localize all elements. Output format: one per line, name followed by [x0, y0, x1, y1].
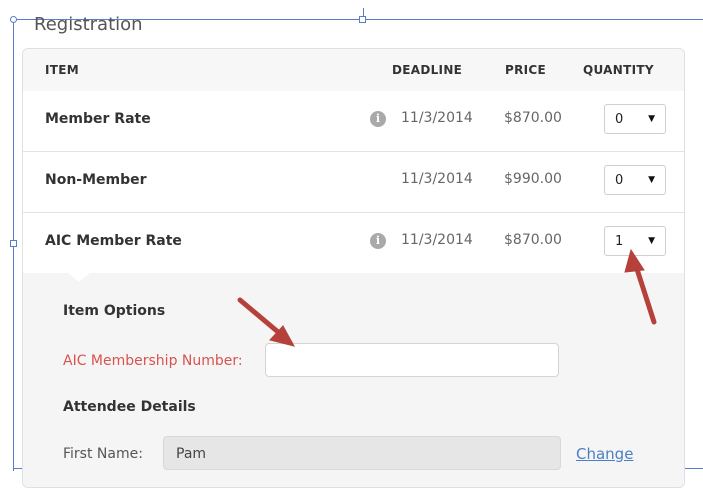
arrow-to-quantity-select [624, 248, 657, 325]
arrow-to-membership-input [237, 297, 295, 347]
annotation-arrows [237, 248, 657, 347]
